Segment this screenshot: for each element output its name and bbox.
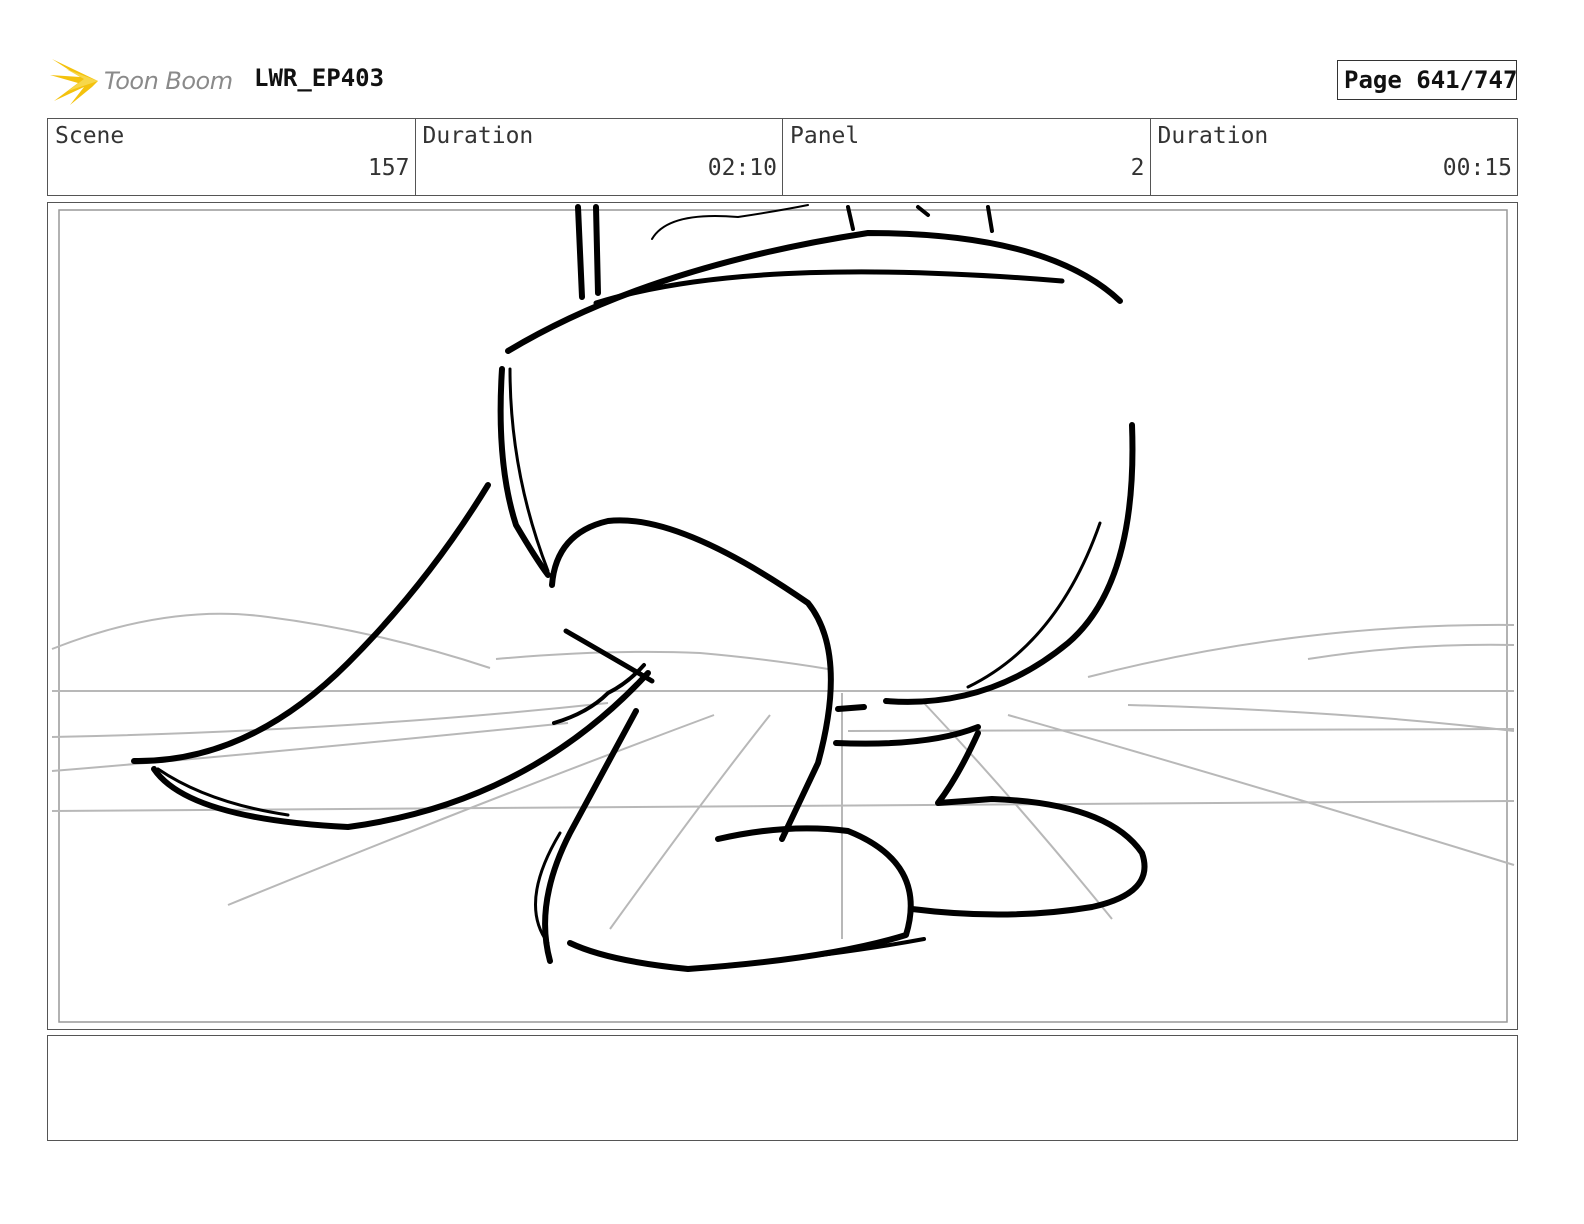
scene-info-table: Scene 157 Duration 02:10 Panel 2 Duratio… (47, 118, 1518, 196)
page-number: Page 641/747 (1344, 66, 1518, 94)
scene-value: 157 (367, 155, 410, 181)
scene-duration-cell: Duration 02:10 (414, 119, 783, 195)
storyboard-panel (47, 202, 1518, 1030)
logo-text: Toon Boom (104, 67, 233, 95)
panel-cell: Panel 2 (782, 119, 1150, 195)
project-title: LWR_EP403 (254, 64, 385, 92)
page-indicator: Page 641/747 (1337, 60, 1517, 100)
panel-label: Panel (790, 123, 860, 149)
character-sketch (131, 204, 1148, 972)
background-guide-lines (51, 612, 1515, 939)
panel-duration-cell: Duration 00:15 (1149, 119, 1518, 195)
panel-sketch (51, 204, 1515, 1023)
toon-boom-burst-icon (50, 59, 98, 105)
toon-boom-logo: Toon Boom (50, 55, 240, 107)
panel-duration-label: Duration (1157, 123, 1269, 149)
scene-label: Scene (55, 123, 125, 149)
scene-duration-value: 02:10 (707, 155, 777, 181)
panel-value: 2 (1130, 155, 1145, 181)
panel-notes-box (47, 1035, 1518, 1141)
scene-cell: Scene 157 (48, 119, 415, 195)
scene-duration-label: Duration (422, 123, 534, 149)
panel-duration-value: 00:15 (1442, 155, 1512, 181)
